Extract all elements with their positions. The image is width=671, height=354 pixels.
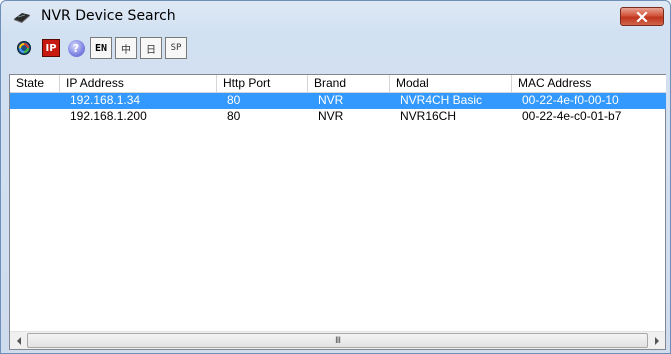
- ip-button[interactable]: IP: [40, 37, 62, 59]
- help-button[interactable]: ?: [65, 37, 87, 59]
- lang-en-label: EN: [94, 42, 108, 54]
- list-header: State IP Address Http Port Brand Modal M…: [10, 75, 666, 93]
- device-icon: [14, 13, 30, 23]
- cell-state: [10, 109, 60, 125]
- table-row[interactable]: 192.168.1.200 80 NVR NVR16CH 00-22-4e-c0…: [10, 109, 666, 125]
- column-header-http-port[interactable]: Http Port: [217, 75, 308, 93]
- chevron-right-icon: [654, 336, 659, 345]
- device-list[interactable]: State IP Address Http Port Brand Modal M…: [9, 74, 666, 350]
- close-icon: [636, 11, 648, 22]
- lang-zh-simplified-label: 日: [146, 44, 156, 56]
- lang-en-button[interactable]: EN: [90, 37, 112, 59]
- scrollbar-grip: III: [335, 335, 341, 346]
- column-header-brand[interactable]: Brand: [308, 75, 390, 93]
- lang-zh-traditional-button[interactable]: 中: [115, 37, 137, 59]
- nvr-device-search-window: NVR Device Search IP ? EN 中 日 SP State I…: [0, 0, 671, 354]
- cell-ip-address: 192.168.1.34: [70, 93, 141, 107]
- lang-zh-traditional-label: 中: [121, 44, 131, 56]
- lang-zh-simplified-button[interactable]: 日: [140, 37, 162, 59]
- cell-brand: NVR: [318, 93, 344, 107]
- scroll-left-button[interactable]: [10, 332, 27, 349]
- chevron-left-icon: [16, 336, 21, 345]
- title-bar[interactable]: NVR Device Search: [1, 1, 670, 31]
- cell-http-port: 80: [227, 93, 241, 107]
- ip-icon: IP: [42, 39, 60, 57]
- cell-http-port: 80: [227, 109, 241, 123]
- scrollbar-thumb[interactable]: III: [27, 333, 648, 348]
- cell-modal: NVR16CH: [400, 109, 457, 123]
- lang-sp-label: SP: [170, 43, 182, 53]
- column-header-ip-address[interactable]: IP Address: [60, 75, 217, 93]
- scroll-right-button[interactable]: [648, 332, 665, 349]
- cell-state: [10, 93, 60, 109]
- cell-modal: NVR4CH Basic: [400, 93, 483, 107]
- cell-brand: NVR: [318, 109, 344, 123]
- search-button[interactable]: [13, 37, 35, 59]
- search-icon: [17, 41, 31, 55]
- toolbar: IP ? EN 中 日 SP: [9, 37, 669, 63]
- cell-mac-address: 00-22-4e-f0-00-10: [522, 93, 619, 107]
- window-title: NVR Device Search: [41, 8, 176, 24]
- lang-sp-button[interactable]: SP: [165, 37, 187, 59]
- column-header-modal[interactable]: Modal: [390, 75, 512, 93]
- table-row[interactable]: 192.168.1.34 80 NVR NVR4CH Basic 00-22-4…: [10, 93, 666, 109]
- horizontal-scrollbar[interactable]: III: [10, 331, 665, 349]
- help-icon: ?: [67, 39, 85, 57]
- close-button[interactable]: [620, 7, 664, 26]
- cell-mac-address: 00-22-4e-c0-01-b7: [522, 109, 622, 123]
- cell-ip-address: 192.168.1.200: [70, 109, 147, 123]
- column-header-state[interactable]: State: [10, 75, 60, 93]
- column-header-mac-address[interactable]: MAC Address: [512, 75, 667, 93]
